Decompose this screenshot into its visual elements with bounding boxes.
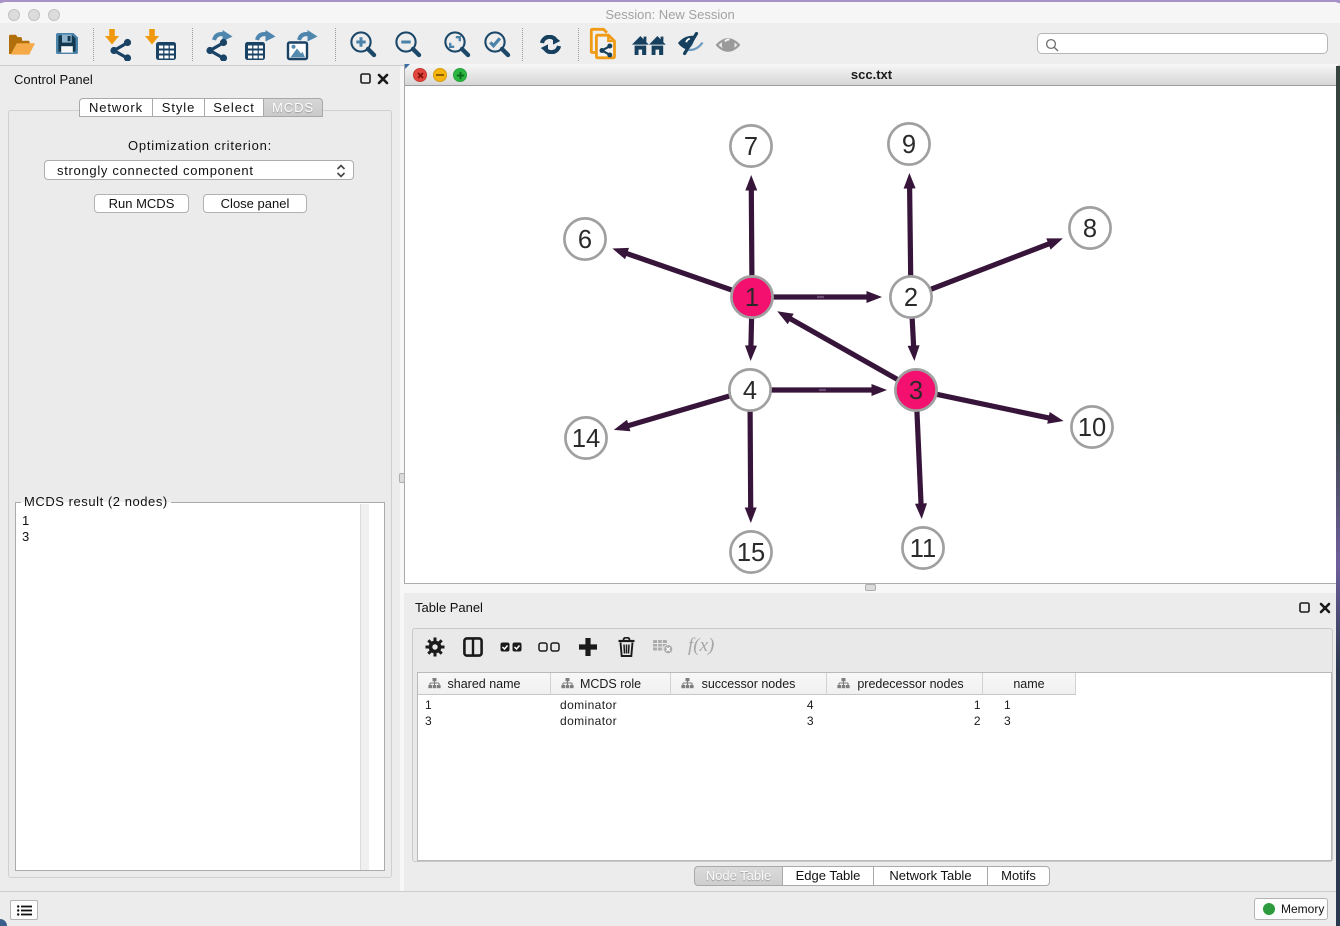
svg-text:14: 14 [572, 425, 600, 453]
svg-text:9: 9 [902, 131, 916, 159]
svg-text:11: 11 [910, 535, 936, 563]
svg-text:6: 6 [578, 226, 592, 254]
svg-text:7: 7 [744, 133, 758, 161]
svg-text:8: 8 [1083, 215, 1097, 243]
svg-text:4: 4 [743, 377, 757, 405]
svg-text:1: 1 [745, 284, 759, 312]
svg-text:3: 3 [909, 377, 923, 405]
svg-text:2: 2 [904, 284, 918, 312]
svg-text:15: 15 [737, 539, 765, 567]
svg-text:10: 10 [1078, 414, 1106, 442]
